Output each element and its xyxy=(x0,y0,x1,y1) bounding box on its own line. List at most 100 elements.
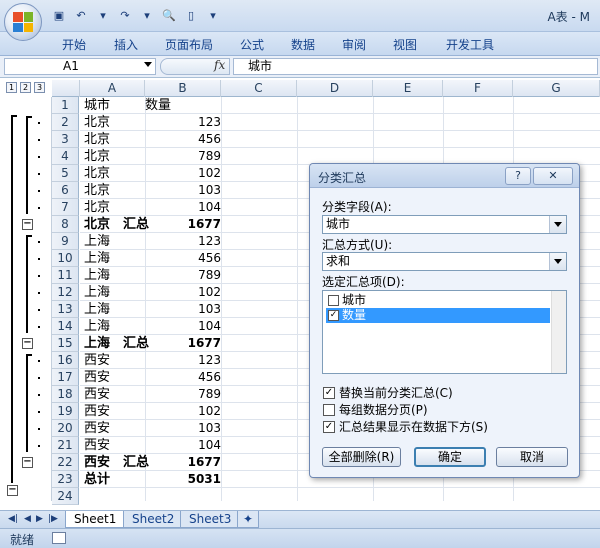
undo-icon[interactable]: ↶ xyxy=(72,6,90,24)
option-summary-below[interactable]: ✓ 汇总结果显示在数据下方(S) xyxy=(323,419,488,435)
tab-insert[interactable]: 插入 xyxy=(114,36,138,53)
list-item-city[interactable]: 城市 xyxy=(326,293,550,308)
column-header-f[interactable]: F xyxy=(443,80,513,97)
row-header[interactable]: 11 xyxy=(52,267,79,284)
row-header[interactable]: 19 xyxy=(52,403,79,420)
cell-a[interactable]: 上海 xyxy=(84,301,110,318)
cell-a[interactable]: 城市 xyxy=(84,97,110,114)
cell-b[interactable]: 456 xyxy=(145,250,221,267)
print-preview-icon[interactable]: 🔍 xyxy=(160,6,178,24)
cell-a[interactable]: 上海 汇总 xyxy=(84,335,149,352)
remove-all-button[interactable]: 全部删除(R) xyxy=(322,447,401,467)
cell-a[interactable]: 西安 xyxy=(84,386,110,403)
cell-b[interactable]: 103 xyxy=(145,420,221,437)
column-header-d[interactable]: D xyxy=(297,80,373,97)
cell-b[interactable]: 789 xyxy=(145,148,221,165)
checkbox-summary-below[interactable]: ✓ xyxy=(323,421,335,433)
cell-b[interactable]: 102 xyxy=(145,403,221,420)
save-icon[interactable]: ▣ xyxy=(50,6,68,24)
cell-a[interactable]: 西安 汇总 xyxy=(84,454,149,471)
column-header-c[interactable]: C xyxy=(221,80,297,97)
chevron-down-icon[interactable] xyxy=(549,216,566,233)
cell-a[interactable]: 北京 xyxy=(84,199,110,216)
row-header[interactable]: 23 xyxy=(52,471,79,488)
undo-dropdown-icon[interactable]: ▾ xyxy=(94,6,112,24)
cell-a[interactable]: 上海 xyxy=(84,267,110,284)
sheet-tab-sheet1[interactable]: Sheet1 xyxy=(65,511,126,528)
cell-b[interactable]: 456 xyxy=(145,131,221,148)
tab-home[interactable]: 开始 xyxy=(62,36,86,53)
insert-function-icon[interactable]: fx xyxy=(214,58,225,72)
checkbox-city[interactable] xyxy=(328,295,339,306)
row-header[interactable]: 2 xyxy=(52,114,79,131)
ok-button[interactable]: 确定 xyxy=(414,447,486,467)
row-header[interactable]: 6 xyxy=(52,182,79,199)
cell-a[interactable]: 西安 xyxy=(84,420,110,437)
row-header[interactable]: 15 xyxy=(52,335,79,352)
cell-b[interactable]: 104 xyxy=(145,199,221,216)
cell-a[interactable]: 上海 xyxy=(84,233,110,250)
next-sheet-icon[interactable]: ▶ xyxy=(36,514,43,524)
sheet-tab-sheet3[interactable]: Sheet3 xyxy=(180,511,241,528)
checkbox-replace-current[interactable]: ✓ xyxy=(323,387,335,399)
cell-a[interactable]: 西安 xyxy=(84,369,110,386)
cell-a[interactable]: 总计 xyxy=(84,471,110,488)
row-header[interactable]: 20 xyxy=(52,420,79,437)
cell-a[interactable]: 上海 xyxy=(84,284,110,301)
column-header-a[interactable]: A xyxy=(80,80,145,97)
new-document-icon[interactable]: ▯ xyxy=(182,6,200,24)
column-header-g[interactable]: G xyxy=(513,80,600,97)
cell-a[interactable]: 北京 xyxy=(84,114,110,131)
cell-b[interactable]: 5031 xyxy=(145,471,221,488)
option-page-break[interactable]: 每组数据分页(P) xyxy=(323,402,428,418)
cell-b[interactable]: 104 xyxy=(145,318,221,335)
row-header[interactable]: 14 xyxy=(52,318,79,335)
redo-dropdown-icon[interactable]: ▾ xyxy=(138,6,156,24)
redo-icon[interactable]: ↷ xyxy=(116,6,134,24)
cell-a[interactable]: 北京 xyxy=(84,131,110,148)
tab-formulas[interactable]: 公式 xyxy=(240,36,264,53)
cell-b[interactable]: 789 xyxy=(145,267,221,284)
cell-b[interactable]: 789 xyxy=(145,386,221,403)
row-header[interactable]: 17 xyxy=(52,369,79,386)
cell-b[interactable]: 123 xyxy=(145,114,221,131)
help-button[interactable]: ? xyxy=(505,167,531,185)
outline-level-2-button[interactable]: 2 xyxy=(20,82,31,93)
row-header[interactable]: 5 xyxy=(52,165,79,182)
name-box[interactable]: A1 xyxy=(4,58,156,75)
cell-b[interactable]: 123 xyxy=(145,233,221,250)
tab-page-layout[interactable]: 页面布局 xyxy=(165,36,213,53)
checkbox-page-break[interactable] xyxy=(323,404,335,416)
cell-b[interactable]: 1677 xyxy=(145,216,221,233)
collapse-group-button[interactable]: − xyxy=(22,457,33,468)
last-sheet-icon[interactable]: |▶ xyxy=(48,514,58,524)
column-header-b[interactable]: B xyxy=(145,80,221,97)
row-header[interactable]: 7 xyxy=(52,199,79,216)
cell-b[interactable] xyxy=(145,488,221,505)
row-header[interactable]: 3 xyxy=(52,131,79,148)
row-header[interactable]: 4 xyxy=(52,148,79,165)
macro-record-icon[interactable] xyxy=(52,532,66,544)
first-sheet-icon[interactable]: ◀| xyxy=(8,514,18,524)
cell-a[interactable]: 北京 xyxy=(84,148,110,165)
row-header[interactable]: 10 xyxy=(52,250,79,267)
name-box-dropdown-icon[interactable] xyxy=(144,62,152,67)
select-all-corner[interactable] xyxy=(52,80,80,97)
cell-b[interactable]: 103 xyxy=(145,182,221,199)
cell-b[interactable]: 123 xyxy=(145,352,221,369)
row-header[interactable]: 24 xyxy=(52,488,79,505)
cell-a[interactable]: 上海 xyxy=(84,318,110,335)
row-header[interactable]: 22 xyxy=(52,454,79,471)
row-header[interactable]: 8 xyxy=(52,216,79,233)
cancel-button[interactable]: 取消 xyxy=(496,447,568,467)
cell-a[interactable]: 西安 xyxy=(84,403,110,420)
customize-qat-icon[interactable]: ▾ xyxy=(204,6,222,24)
cell-a[interactable]: 北京 xyxy=(84,165,110,182)
row-header[interactable]: 16 xyxy=(52,352,79,369)
cell-b[interactable]: 104 xyxy=(145,437,221,454)
row-header[interactable]: 21 xyxy=(52,437,79,454)
cell-b[interactable]: 456 xyxy=(145,369,221,386)
cell-a[interactable]: 西安 xyxy=(84,437,110,454)
tab-view[interactable]: 视图 xyxy=(393,36,417,53)
collapse-group-button[interactable]: − xyxy=(22,338,33,349)
